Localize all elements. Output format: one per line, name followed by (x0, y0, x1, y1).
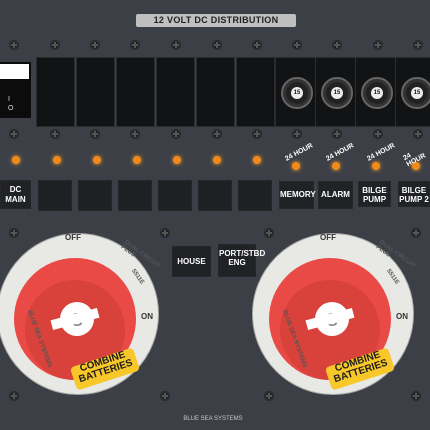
screw-icon (9, 129, 19, 139)
screw-icon (90, 129, 100, 139)
bilge-pump-label: BILGE PUMP (358, 181, 391, 207)
screw-icon (160, 228, 170, 238)
breaker-slot[interactable] (196, 57, 235, 127)
screw-icon (171, 129, 181, 139)
empty-label-slot (238, 180, 272, 211)
screw-icon (171, 40, 181, 50)
switch-off-label: OFF (320, 233, 336, 242)
breaker-slot[interactable] (36, 57, 75, 127)
screw-icon (212, 129, 222, 139)
indicator-led (173, 156, 181, 164)
screw-icon (332, 129, 342, 139)
indicator-led (53, 156, 61, 164)
empty-label-slot (198, 180, 232, 211)
indicator-led (332, 162, 340, 170)
switch-on-label: ON (141, 312, 153, 321)
screw-icon (50, 40, 60, 50)
breaker-toggle[interactable] (0, 64, 29, 79)
left-battery-switch[interactable]: e OFF ON DUAL CIRCUIT PLUS 5511E BLUE SE… (0, 228, 162, 398)
fuse-holder[interactable]: 15 (401, 77, 430, 109)
alarm-label: ALARM (318, 181, 353, 209)
screw-icon (413, 40, 423, 50)
breaker-slot[interactable] (116, 57, 155, 127)
dc-distribution-panel: 12 VOLT DC DISTRIBUTION IO 100 15 15 15 … (0, 0, 430, 430)
indicator-led (93, 156, 101, 164)
fuse-value: 15 (331, 87, 343, 99)
screw-icon (212, 40, 222, 50)
screw-icon (130, 40, 140, 50)
empty-label-slot (78, 180, 112, 211)
dc-main-breaker[interactable]: IO (0, 62, 31, 118)
bottom-brand: BLUE SEA SYSTEMS (183, 416, 243, 422)
breaker-markings: IO (8, 96, 14, 112)
indicator-led (213, 156, 221, 164)
screw-icon (9, 391, 19, 401)
screw-icon (332, 40, 342, 50)
indicator-led (292, 162, 300, 170)
memory-label: MEMORY (279, 181, 316, 209)
fuse-label: 24 HOUR (284, 142, 315, 163)
screw-icon (373, 40, 383, 50)
empty-label-slot (38, 180, 72, 211)
fuse-label: 24 HOUR (366, 142, 397, 163)
house-label: HOUSE (172, 246, 211, 277)
breaker-slot[interactable] (236, 57, 275, 127)
screw-icon (264, 391, 274, 401)
screw-icon (9, 40, 19, 50)
dc-main-label: DC MAIN (0, 180, 31, 209)
port-stbd-eng-label: PORT/STBD ENG (218, 244, 265, 277)
screw-icon (413, 129, 423, 139)
screw-icon (252, 129, 262, 139)
right-battery-switch[interactable]: e OFF ON DUAL CIRCUIT PLUS 5511E BLUE SE… (247, 228, 417, 398)
bilge-pump-2-label: BILGE PUMP 2 (398, 181, 430, 207)
screw-icon (50, 129, 60, 139)
switch-off-label: OFF (65, 233, 81, 242)
screw-icon (292, 40, 302, 50)
screw-icon (252, 40, 262, 50)
empty-label-slot (118, 180, 152, 211)
screw-icon (411, 228, 421, 238)
screw-icon (90, 40, 100, 50)
screw-icon (130, 129, 140, 139)
fuse-label: 24 HOUR (325, 142, 356, 163)
panel-title: 12 VOLT DC DISTRIBUTION (136, 14, 296, 27)
fuse-holder[interactable]: 15 (281, 77, 313, 109)
screw-icon (292, 129, 302, 139)
empty-label-slot (158, 180, 192, 211)
screw-icon (373, 129, 383, 139)
indicator-led (372, 162, 380, 170)
breaker-slot[interactable] (156, 57, 195, 127)
screw-icon (411, 391, 421, 401)
breaker-slot[interactable] (76, 57, 115, 127)
screw-icon (160, 391, 170, 401)
screw-icon (9, 228, 19, 238)
fuse-value: 15 (291, 87, 303, 99)
switch-on-label: ON (396, 312, 408, 321)
fuse-value: 15 (371, 87, 383, 99)
screw-icon (264, 228, 274, 238)
indicator-led (133, 156, 141, 164)
indicator-led (253, 156, 261, 164)
fuse-value: 15 (411, 87, 423, 99)
fuse-holder[interactable]: 15 (321, 77, 353, 109)
fuse-holder[interactable]: 15 (361, 77, 393, 109)
indicator-led (12, 156, 20, 164)
